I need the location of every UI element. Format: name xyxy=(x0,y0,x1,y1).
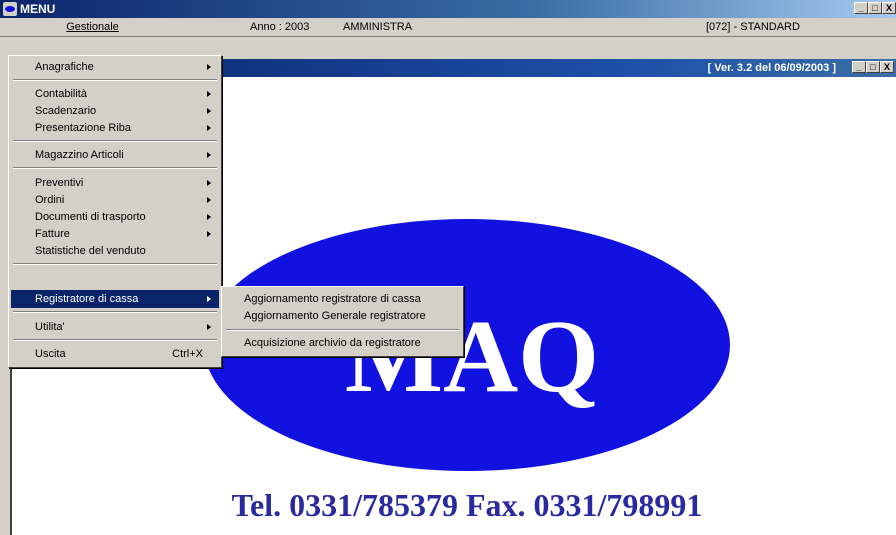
version-label: [ Ver. 3.2 del 06/09/2003 ] xyxy=(707,62,836,74)
menubar: Gestionale Anno : 2003 AMMINISTRA [072] … xyxy=(0,18,896,37)
submenu-arrow-icon xyxy=(207,91,211,97)
menu-item-label: Uscita xyxy=(35,348,66,360)
submenu-separator xyxy=(226,329,459,331)
submenu-arrow-icon xyxy=(207,125,211,131)
submenu-arrow-icon xyxy=(207,197,211,203)
menu-item-fatture[interactable]: Fatture xyxy=(11,225,219,243)
submenu-arrow-icon xyxy=(207,214,211,220)
menu-item-label: Statistiche del venduto xyxy=(35,245,146,257)
menu-item-anagrafiche[interactable]: Anagrafiche xyxy=(11,58,219,76)
menu-separator xyxy=(13,167,217,169)
mdi-window-controls: _ □ X xyxy=(852,61,894,73)
submenu-item-aggiornamento-registratore[interactable]: Aggiornamento registratore di cassa xyxy=(224,291,461,308)
close-button[interactable]: X xyxy=(882,2,896,14)
menu-gestionale[interactable]: Gestionale xyxy=(10,19,175,35)
menu-item-scadenzario[interactable]: Scadenzario xyxy=(11,102,219,120)
menu-item-label: Magazzino Articoli xyxy=(35,149,124,161)
menu-item-label: Registratore di cassa xyxy=(35,293,139,305)
menu-item-label: Scadenzario xyxy=(35,105,97,117)
mdi-maximize-button[interactable]: □ xyxy=(866,61,880,73)
menu-item-label: Contabilità xyxy=(35,88,87,100)
window-title: MENU xyxy=(20,2,56,16)
menu-item-registratore-cassa[interactable]: Registratore di cassa xyxy=(11,290,219,308)
menu-item-uscita[interactable]: Uscita Ctrl+X xyxy=(11,345,219,363)
menu-item-magazzino-articoli[interactable]: Magazzino Articoli xyxy=(11,146,219,164)
menu-item-label: Presentazione Riba xyxy=(35,122,132,134)
submenu-arrow-icon xyxy=(207,152,211,158)
submenu-item-acquisizione-archivio[interactable]: Acquisizione archivio da registratore xyxy=(224,335,461,352)
mdi-minimize-button[interactable]: _ xyxy=(852,61,866,73)
registratore-submenu: Aggiornamento registratore di cassa Aggi… xyxy=(221,286,464,357)
menu-item-label: Ordini xyxy=(35,194,65,206)
menu-item-label: Utilita' xyxy=(35,321,65,333)
shortcut-label: Ctrl+X xyxy=(172,348,203,360)
menu-item-preventivi[interactable]: Preventivi xyxy=(11,174,219,192)
menu-separator xyxy=(13,140,217,142)
menu-item-statistiche-venduto[interactable]: Statistiche del venduto xyxy=(11,242,219,260)
app-icon[interactable] xyxy=(3,2,17,16)
submenu-item-aggiornamento-generale[interactable]: Aggiornamento Generale registratore xyxy=(224,308,461,325)
menu-item-contabilita[interactable]: Contabilità xyxy=(11,85,219,103)
submenu-arrow-icon xyxy=(207,64,211,70)
submenu-arrow-icon xyxy=(207,231,211,237)
menu-separator xyxy=(13,263,217,265)
menu-item-utilita[interactable]: Utilita' xyxy=(11,318,219,336)
maximize-button[interactable]: □ xyxy=(868,2,882,14)
main-titlebar: MENU _ □ X xyxy=(0,0,896,18)
menu-item-documenti-trasporto[interactable]: Documenti di trasporto xyxy=(11,208,219,226)
menu-item-label: Anagrafiche xyxy=(35,61,94,73)
year-label: Anno : 2003 xyxy=(250,21,310,33)
menu-item-label: Fatture xyxy=(35,228,70,240)
menu-item-presentazione-riba[interactable]: Presentazione Riba xyxy=(11,119,219,137)
menu-item-ordini[interactable]: Ordini xyxy=(11,191,219,209)
menu-separator xyxy=(13,311,217,313)
user-label: AMMINISTRA xyxy=(343,21,413,33)
submenu-arrow-icon xyxy=(207,324,211,330)
menu-item-label: Documenti di trasporto xyxy=(35,211,146,223)
contact-text: Tel. 0331/785379 Fax. 0331/798991 xyxy=(232,487,703,523)
submenu-arrow-icon xyxy=(207,108,211,114)
menu-item-label: Preventivi xyxy=(35,177,84,189)
submenu-arrow-icon xyxy=(207,180,211,186)
submenu-arrow-icon xyxy=(207,296,211,302)
mdi-close-button[interactable]: X xyxy=(880,61,894,73)
main-window-controls: _ □ X xyxy=(854,2,896,14)
menu-separator xyxy=(13,79,217,81)
menu-separator xyxy=(13,339,217,341)
gestionale-dropdown: Anagrafiche Contabilità Scadenzario Pres… xyxy=(8,55,222,368)
company-label: [072] - STANDARD xyxy=(706,21,800,33)
minimize-button[interactable]: _ xyxy=(854,2,868,14)
